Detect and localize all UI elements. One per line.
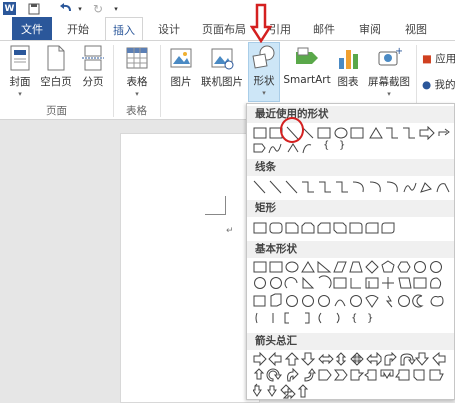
screenshot-dropdown-icon: ▾ (387, 90, 391, 98)
rectangles-row[interactable] (253, 221, 453, 235)
save-icon[interactable] (26, 0, 42, 17)
online-picture-label: 联机图片 (201, 76, 243, 88)
office-apps-button[interactable]: ■ 应用 (422, 51, 455, 66)
page-break-button[interactable]: 分页 (78, 44, 108, 100)
table-label: 表格 (126, 76, 148, 88)
brace-right-shape[interactable]: } (367, 313, 373, 324)
chart-label: 图表 (337, 76, 359, 88)
page-break-label: 分页 (82, 76, 104, 88)
apps-label: 应用 (435, 53, 455, 65)
smartart-icon (296, 47, 318, 64)
shapes-icon (252, 45, 275, 69)
pages-group-label: 页面 (46, 105, 67, 117)
recent-shapes-row[interactable] (253, 141, 373, 155)
block-arrows-grid[interactable] (253, 352, 453, 400)
picture-icon (170, 48, 192, 68)
shapes-dropdown-icon: ▾ (262, 89, 266, 97)
tab-home[interactable]: 开始 (58, 17, 98, 40)
smartart-label: SmartArt (283, 74, 331, 86)
table-icon (126, 47, 148, 69)
redo-icon[interactable]: ↻ (90, 0, 106, 17)
picture-button[interactable]: 图片 (166, 44, 196, 100)
red-circle-annotation (280, 117, 304, 143)
section-rectangles: 矩形 (247, 200, 454, 217)
section-recent-shapes: 最近使用的形状 (247, 106, 454, 123)
brace-left-shape[interactable]: { (351, 313, 357, 324)
shapes-label: 形状 (253, 75, 275, 87)
tab-review[interactable]: 审阅 (352, 17, 388, 40)
shapes-gallery: 最近使用的形状 { } 线条 矩形 基本形状 {} 箭头总汇 (246, 103, 455, 400)
lines-row[interactable] (253, 180, 453, 194)
margin-mark (225, 196, 226, 215)
customize-qat-icon[interactable]: ▾ (108, 0, 124, 17)
ribbon-tabs: 文件 开始 插入 设计 页面布局 引用 邮件 审阅 视图 (0, 17, 455, 41)
cover-label: 封面 (9, 76, 31, 88)
brace-left-shape[interactable]: { (323, 140, 329, 151)
title-bar: W ▾ ↻ ▾ (0, 0, 455, 17)
table-dropdown-icon: ▾ (135, 90, 139, 98)
screenshot-label: 屏幕截图 (368, 76, 410, 88)
my-apps-label: 我的 (434, 79, 455, 91)
red-arrow-annotation (250, 3, 272, 43)
tab-view[interactable]: 视图 (398, 17, 434, 40)
online-picture-icon (211, 48, 234, 70)
tab-mailings[interactable]: 邮件 (306, 17, 342, 40)
store-icon: ■ (422, 53, 432, 65)
online-picture-button[interactable]: 联机图片 (199, 44, 245, 100)
picture-label: 图片 (170, 76, 192, 88)
section-lines: 线条 (247, 159, 454, 176)
table-button[interactable]: 表格 ▾ (120, 44, 154, 100)
tab-insert[interactable]: 插入 (105, 17, 143, 41)
word-logo: W (3, 2, 16, 15)
screenshot-icon: + (378, 46, 402, 66)
undo-dropdown-icon[interactable]: ▾ (72, 0, 88, 17)
tab-file[interactable]: 文件 (12, 17, 52, 40)
tab-design[interactable]: 设计 (150, 17, 188, 40)
blank-page-icon (47, 45, 65, 71)
document-page[interactable] (120, 133, 260, 403)
page-break-icon (82, 45, 104, 71)
tables-group-label: 表格 (126, 105, 147, 117)
group-separator (160, 45, 161, 117)
smartart-button[interactable]: SmartArt (283, 44, 331, 100)
shapes-button[interactable]: 形状 ▾ (248, 42, 280, 102)
svg-text:+: + (395, 46, 402, 57)
screenshot-button[interactable]: + 屏幕截图 ▾ (365, 44, 413, 100)
blank-page-label: 空白页 (40, 76, 72, 88)
cover-dropdown-icon: ▾ (18, 90, 22, 98)
section-basic-shapes: 基本形状 (247, 241, 454, 258)
chart-icon (339, 50, 358, 69)
tab-layout[interactable]: 页面布局 (196, 17, 252, 40)
paragraph-mark: ↵ (226, 226, 234, 236)
brace-right-shape[interactable]: } (339, 140, 345, 151)
margin-mark (205, 214, 225, 215)
basic-shapes-grid[interactable] (253, 260, 453, 340)
cover-button[interactable]: 封面 ▾ (6, 44, 34, 100)
section-block-arrows: 箭头总汇 (247, 333, 454, 350)
my-apps-icon: ● (422, 79, 432, 91)
my-apps-button[interactable]: ● 我的 (422, 77, 455, 92)
blank-page-button[interactable]: 空白页 (38, 44, 74, 100)
cover-page-icon (10, 45, 30, 71)
chart-button[interactable]: 图表 (334, 44, 362, 100)
group-separator (113, 45, 114, 117)
